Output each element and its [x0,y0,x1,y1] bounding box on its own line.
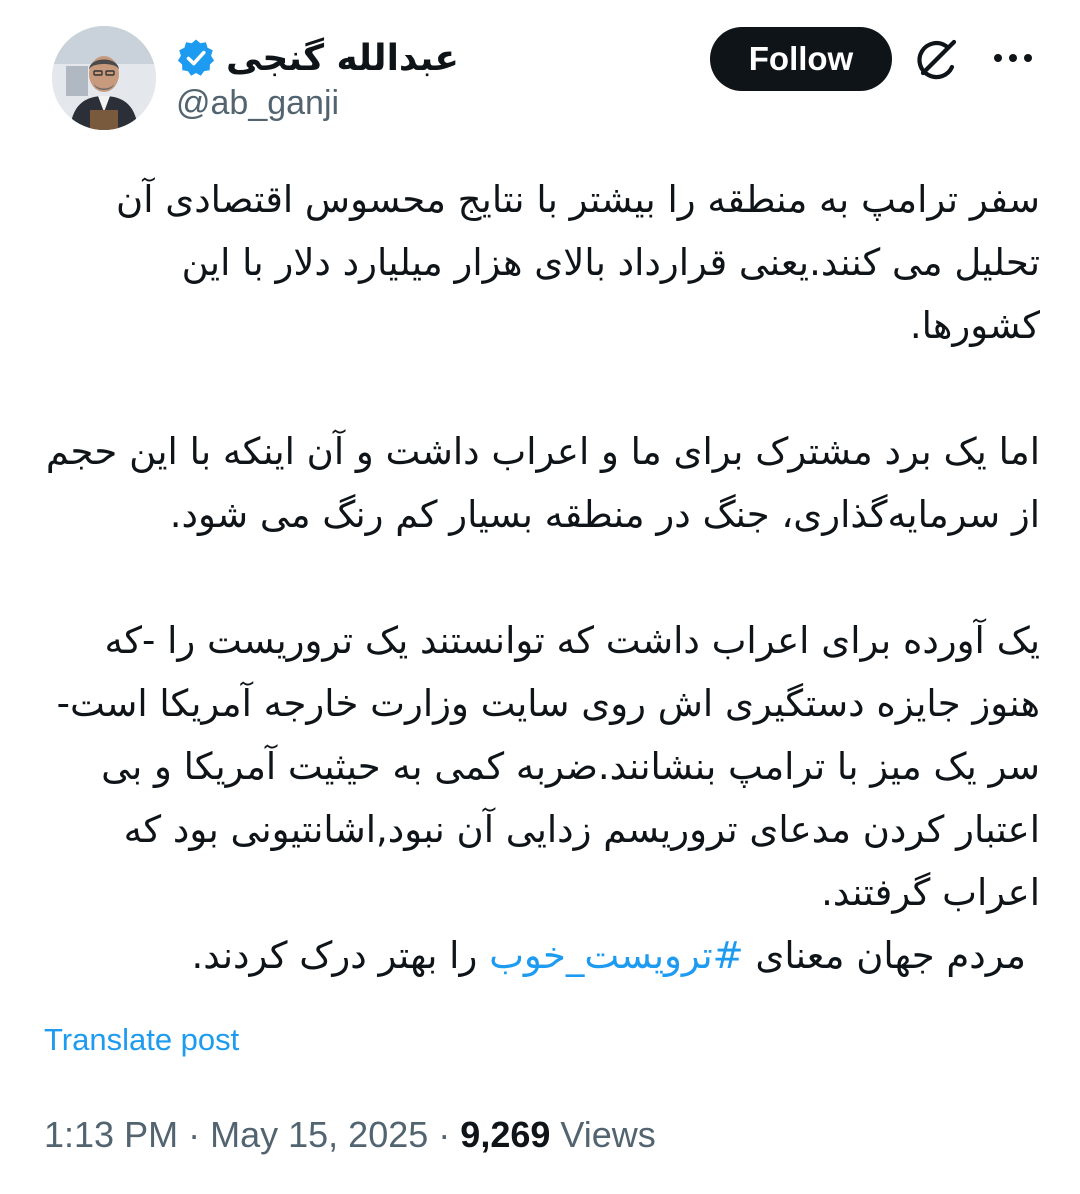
views-label: Views [560,1114,656,1155]
meta-separator: · [188,1114,201,1155]
post-time[interactable]: 1:13 PM [44,1114,178,1155]
avatar[interactable] [52,26,156,130]
profile-photo [52,26,156,130]
translate-post-link[interactable]: Translate post [44,1022,239,1058]
follow-button[interactable]: Follow [710,27,892,91]
tweet-text-segment: را بهتر درک کردند. [191,934,478,977]
verified-badge-icon [178,39,214,76]
post-date[interactable]: May 15, 2025 [210,1114,428,1155]
tweet-paragraph: سفر ترامپ به منطقه را بیشتر با نتایج محس… [116,178,1040,347]
more-icon[interactable] [990,38,1036,78]
author-display-name[interactable]: عبدالله گنجی [226,38,459,79]
tweet-metadata: 1:13 PM · May 15, 2025 · 9,269 Views [44,1114,656,1156]
tweet-last-line: مردم جهان معنای #ترویست_خوب را بهتر درک … [40,924,1040,987]
grok-icon[interactable] [913,37,963,83]
hashtag-link[interactable]: #ترویست_خوب [489,934,744,977]
tweet-paragraph: اما یک برد مشترک برای ما و اعراب داشت و … [45,430,1040,536]
tweet-text: سفر ترامپ به منطقه را بیشتر با نتایج محس… [40,168,1040,987]
views-count: 9,269 [460,1114,551,1155]
tweet-text-segment: مردم جهان معنای [755,934,1026,977]
meta-separator: · [438,1114,451,1155]
author-name-row[interactable]: عبدالله گنجی [176,30,459,86]
tweet-paragraph: یک آورده برای اعراب داشت که توانستند یک … [56,619,1040,914]
author-handle[interactable]: @ab_ganji [176,84,339,123]
